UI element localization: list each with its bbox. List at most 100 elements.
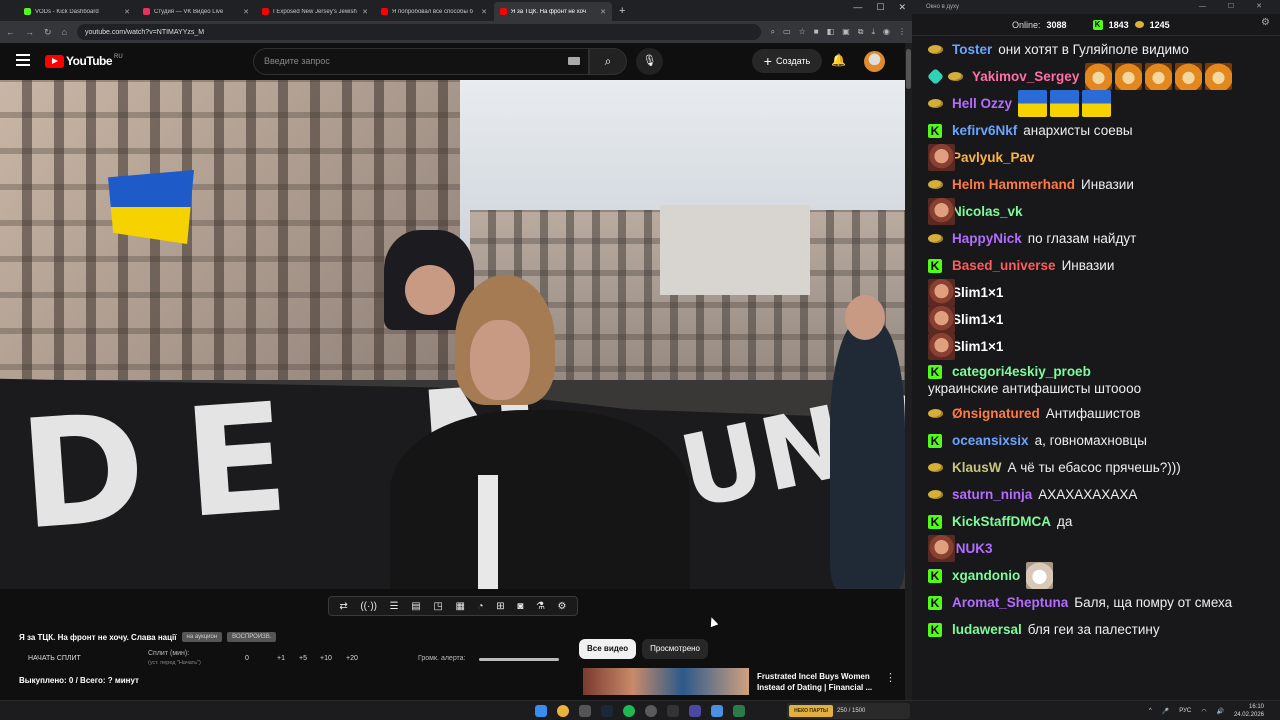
app-icon[interactable] <box>667 705 679 717</box>
spotify-icon[interactable] <box>623 705 635 717</box>
maximize-icon[interactable]: ☐ <box>876 2 884 13</box>
home-icon[interactable]: ⌂ <box>62 27 67 37</box>
chat-username[interactable]: ludawersal <box>952 621 1022 638</box>
bookmark-star-icon[interactable]: ☆ <box>799 27 806 37</box>
profile-icon[interactable]: ◉ <box>883 27 890 37</box>
bell-icon[interactable]: 🔔 <box>831 53 846 67</box>
chat-username[interactable]: Toster <box>952 41 992 58</box>
browser-tab[interactable]: I Exposed New Jersey's Jewish ✕ <box>256 2 374 21</box>
screenshot-plus-icon[interactable]: ⊞ <box>496 601 504 612</box>
tray-widget[interactable]: НЕКО ПАРТЫ 250 / 1500 <box>787 703 910 719</box>
pip-icon[interactable]: ◳ <box>433 601 442 612</box>
broadcast-icon[interactable]: ((·)) <box>360 601 377 612</box>
download-icon[interactable]: ⤓ <box>871 27 875 37</box>
split-value[interactable]: 0 <box>245 655 249 662</box>
reload-icon[interactable]: ↻ <box>44 27 52 38</box>
app-icon[interactable] <box>733 705 745 717</box>
browser-tab[interactable]: VODs - Kick Dashboard ✕ <box>18 2 136 21</box>
wifi-icon[interactable]: ◠ <box>1201 708 1206 715</box>
split-plus5-button[interactable]: +5 <box>299 655 307 662</box>
avatar[interactable] <box>864 51 885 72</box>
close-icon[interactable]: ✕ <box>124 8 130 16</box>
auction-chip[interactable]: на аукцион <box>181 632 223 642</box>
youtube-logo[interactable]: YouTube RU <box>45 54 123 68</box>
extension-icon[interactable]: ◧ <box>827 27 835 37</box>
chat-username[interactable]: Aromat_Sheptuna <box>952 594 1068 611</box>
playlist-icon[interactable]: ☰ <box>390 601 399 612</box>
clock[interactable]: 16:10 24.02.2026 <box>1234 703 1264 719</box>
gear-icon[interactable]: ⚙ <box>1261 17 1270 28</box>
steam-icon[interactable] <box>601 705 613 717</box>
more-options-icon[interactable]: ⋮ <box>885 671 896 684</box>
scrollbar-thumb[interactable] <box>906 49 911 89</box>
chat-username[interactable]: KickStaffDMCA <box>952 513 1051 530</box>
chat-username[interactable]: Slim1×1 <box>952 338 1003 355</box>
close-window-icon[interactable]: ✕ <box>898 2 906 13</box>
chat-message-list[interactable]: Toster они хотят в Гуляйполе видимо Yakimo… <box>912 36 1280 700</box>
close-icon[interactable]: ✕ <box>481 8 487 16</box>
chevron-up-icon[interactable]: ^ <box>1149 708 1152 714</box>
new-tab-icon[interactable]: + <box>619 2 625 21</box>
browser-tab[interactable]: Студия — VK Видео Live ✕ <box>137 2 255 21</box>
extension-icon[interactable]: ▣ <box>842 27 850 37</box>
app-icon[interactable] <box>711 705 723 717</box>
chat-window-controls[interactable]: — ☐ ✕ <box>1199 0 1272 14</box>
chat-username[interactable]: Hell Ozzy <box>952 95 1012 112</box>
chat-username[interactable]: saturn_ninja <box>952 486 1032 503</box>
keyboard-icon[interactable] <box>568 57 580 65</box>
back-icon[interactable]: ← <box>6 27 15 37</box>
windows-start-icon[interactable] <box>535 705 547 717</box>
camera-icon[interactable]: ◙ <box>517 601 523 612</box>
chat-username[interactable]: xgandonio <box>952 567 1020 584</box>
search-button[interactable]: ⌕ <box>589 48 627 75</box>
browser-tab-active[interactable]: Я за ТЦК. На фронт не хоч ✕ <box>494 2 612 21</box>
lang-indicator[interactable]: РУС <box>1179 708 1191 714</box>
hamburger-menu-icon[interactable] <box>16 54 30 66</box>
search-input[interactable]: Введите запрос <box>253 48 589 75</box>
chat-username[interactable]: KlausW <box>952 459 1002 476</box>
alert-volume-slider[interactable] <box>479 658 559 661</box>
speed-icon[interactable]: ◔ <box>478 601 484 612</box>
chat-username[interactable]: Helm Hammerhand <box>952 176 1075 193</box>
mic-icon[interactable]: 🎤 <box>1162 708 1169 715</box>
chat-username[interactable]: Slim1×1 <box>952 311 1003 328</box>
obs-icon[interactable] <box>645 705 657 717</box>
chat-username[interactable]: Ønsignatured <box>952 405 1040 422</box>
split-plus1-button[interactable]: +1 <box>277 655 285 662</box>
filter-watched[interactable]: Просмотрено <box>642 639 709 659</box>
zoom-icon[interactable]: ⌕ <box>771 27 775 37</box>
close-icon[interactable]: ✕ <box>362 8 368 16</box>
cast-icon[interactable]: ▭ <box>783 27 791 37</box>
start-split-button[interactable]: НАЧАТЬ СПЛИТ <box>28 655 81 662</box>
replay-chip[interactable]: ВОСПРОИЗВ. <box>227 632 277 642</box>
filter-all-videos[interactable]: Все видео <box>579 639 637 659</box>
browser-tab[interactable]: Я попробовал все способы б ✕ <box>375 2 493 21</box>
create-button[interactable]: + Создать <box>752 49 822 73</box>
chat-username[interactable]: HappyNick <box>952 230 1022 247</box>
film-icon[interactable]: ▦ <box>455 601 464 612</box>
app-icon[interactable] <box>689 705 701 717</box>
chat-username[interactable]: iNUK3 <box>952 540 993 557</box>
chat-username[interactable]: categori4eskiy_proeb <box>952 363 1091 380</box>
puzzle-icon[interactable]: ⧉ <box>858 27 864 37</box>
voice-search-button[interactable]: 🎙 <box>636 48 663 75</box>
gear-icon[interactable]: ⚙ <box>558 601 567 612</box>
chat-username[interactable]: Nicolas_vk <box>952 203 1023 220</box>
split-plus10-button[interactable]: +10 <box>320 655 332 662</box>
chat-username[interactable]: oceansixsix <box>952 432 1029 449</box>
flask-icon[interactable]: ⚗ <box>536 601 545 612</box>
close-icon[interactable]: ✕ <box>243 8 249 16</box>
chrome-icon[interactable] <box>557 705 569 717</box>
clapper-icon[interactable]: ▤ <box>411 601 420 612</box>
menu-dots-icon[interactable]: ⋮ <box>898 27 906 37</box>
url-input[interactable]: youtube.com/watch?v=NTIMAYYzs_M <box>76 24 761 40</box>
chat-username[interactable]: Yakimov_Sergey <box>972 68 1079 85</box>
video-player[interactable]: DE N UNO <box>0 80 905 589</box>
loop-icon[interactable]: ⇄ <box>339 601 347 612</box>
chat-username[interactable]: Pavlyuk_Pav <box>952 149 1035 166</box>
close-icon[interactable]: ✕ <box>600 8 606 16</box>
forward-icon[interactable]: → <box>25 27 34 37</box>
volume-icon[interactable]: 🔊 <box>1216 708 1223 715</box>
chat-username[interactable]: kefirv6Nkf <box>952 122 1017 139</box>
file-explorer-icon[interactable] <box>579 705 591 717</box>
